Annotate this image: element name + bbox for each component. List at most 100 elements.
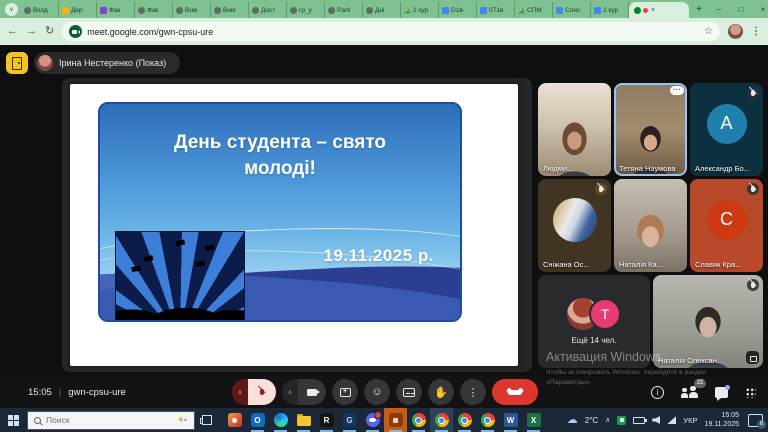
task-view-button[interactable] — [195, 408, 219, 432]
taskbar-app-discord[interactable] — [361, 408, 384, 432]
weather-cloud-icon[interactable]: ☁ — [567, 415, 578, 426]
maximize-button[interactable]: □ — [730, 0, 752, 18]
emoji-icon: ☺ — [371, 386, 382, 398]
taskbar-clock[interactable]: 15:05 19.11.2025 — [704, 411, 739, 429]
reactions-button[interactable]: ☺ — [364, 379, 390, 405]
end-call-button[interactable] — [492, 379, 538, 405]
slide-date: 19.11.2025 р. — [324, 246, 434, 266]
camera-options-chevron-icon[interactable]: ∧ — [282, 379, 298, 405]
taskbar-app-outlook[interactable]: O — [246, 408, 269, 432]
taskbar-app-explorer[interactable] — [292, 408, 315, 432]
participant-tile[interactable]: А Александр Бо... — [690, 83, 763, 176]
profile-avatar[interactable] — [728, 24, 743, 39]
taskbar-app-chrome-4[interactable] — [476, 408, 499, 432]
mic-off-icon — [595, 183, 607, 195]
captions-button[interactable] — [396, 379, 422, 405]
browser-tab[interactable]: D1в- — [439, 2, 477, 18]
close-tab-icon[interactable]: × — [651, 7, 655, 14]
picture-in-picture-icon[interactable] — [746, 351, 759, 364]
chrome-icon — [412, 413, 426, 427]
camera-permission-icon[interactable] — [69, 25, 82, 38]
browser-tab[interactable]: СПМ — [515, 2, 553, 18]
browser-tab[interactable]: 2 кур — [591, 2, 629, 18]
network-icon[interactable] — [667, 416, 676, 424]
mic-muted-icon[interactable] — [248, 379, 276, 405]
taskbar-app-word[interactable]: W — [499, 408, 522, 432]
browser-tab[interactable]: Вход — [21, 2, 59, 18]
discord-icon — [366, 413, 380, 427]
taskbar-search-input[interactable]: Поиск ✦ ✦ — [27, 411, 195, 430]
participant-name: Сніжана Ос... — [543, 260, 590, 269]
taskbar-app-chrome-2[interactable] — [430, 408, 453, 432]
browser-tab[interactable]: гр_у — [287, 2, 325, 18]
edge-icon — [274, 413, 288, 427]
battery-icon[interactable] — [633, 417, 645, 424]
start-button[interactable] — [0, 408, 27, 432]
browser-tab[interactable]: 071в — [477, 2, 515, 18]
browser-tab[interactable]: Спис — [553, 2, 591, 18]
mic-button[interactable]: ∧ — [232, 379, 276, 405]
presenter-pill[interactable]: Ірина Нестеренко (Показ) — [34, 52, 180, 74]
browser-tab[interactable]: Дні — [363, 2, 401, 18]
tray-expand-chevron[interactable]: ∧ — [605, 416, 610, 424]
camera-on-icon[interactable] — [298, 379, 326, 405]
new-tab-button[interactable]: + — [692, 2, 706, 16]
weather-temp[interactable]: 2°C — [585, 416, 598, 425]
more-dots-icon: ⋮ — [468, 386, 479, 399]
forward-button[interactable]: → — [26, 26, 37, 37]
tab-label: 2 кур — [603, 7, 618, 14]
taskbar-app-g[interactable]: G — [338, 408, 361, 432]
notification-center-icon[interactable]: 6 — [748, 414, 763, 427]
app-favicon — [100, 7, 107, 14]
taskbar-app-excel[interactable]: X — [522, 408, 545, 432]
chat-button[interactable] — [715, 387, 728, 398]
participant-tile[interactable]: Людми... — [538, 83, 611, 176]
globe-favicon — [328, 7, 335, 14]
bookmark-star-icon[interactable]: ☆ — [704, 26, 713, 37]
more-options-button[interactable]: ⋮ — [460, 379, 486, 405]
browser-tab[interactable]: Вим — [173, 2, 211, 18]
language-indicator[interactable]: УКР — [683, 416, 697, 425]
participant-tile[interactable]: С Славик Кра... — [690, 179, 763, 272]
participant-tile[interactable]: ··· Тетяна Наумова — [614, 83, 687, 176]
participant-tile[interactable]: Наталія Ка... — [614, 179, 687, 272]
browser-tab[interactable]: Дост — [249, 2, 287, 18]
door-icon — [12, 57, 22, 70]
tab-search-button[interactable]: ∨ — [5, 3, 18, 16]
browser-toolbar: ← → ↻ meet.google.com/gwn-cpsu-ure ☆ ⋮ — [0, 18, 768, 45]
close-window-button[interactable]: × — [752, 0, 768, 18]
participant-tile[interactable]: Сніжана Ос... — [538, 179, 611, 272]
activities-grid-icon[interactable] — [745, 387, 756, 398]
presentation-mode-badge[interactable] — [6, 52, 28, 74]
windows-activation-watermark-body: Чтобы активировать Windows, перейдите в … — [546, 368, 714, 388]
address-bar[interactable]: meet.google.com/gwn-cpsu-ure ☆ — [62, 22, 720, 41]
taskbar-app-attention[interactable] — [384, 408, 407, 432]
browser-tab[interactable]: Parti — [325, 2, 363, 18]
back-button[interactable]: ← — [7, 26, 18, 37]
browser-tab[interactable]: Вим — [211, 2, 249, 18]
taskbar-app-chrome-3[interactable] — [453, 408, 476, 432]
reload-button[interactable]: ↻ — [45, 26, 54, 37]
minimize-button[interactable]: – — [708, 0, 730, 18]
taskbar-app-r[interactable]: R — [315, 408, 338, 432]
screen-share-indicator-icon[interactable] — [617, 416, 626, 425]
mic-off-glyph — [751, 282, 755, 288]
raise-hand-button[interactable]: ✋ — [428, 379, 454, 405]
participant-tile[interactable]: Наталія Олексан... — [653, 275, 763, 368]
browser-tab[interactable]: Дер — [59, 2, 97, 18]
url-text: meet.google.com/gwn-cpsu-ure — [87, 27, 213, 37]
camera-button[interactable]: ∧ — [282, 379, 326, 405]
browser-menu-icon[interactable]: ⋮ — [751, 26, 761, 37]
mic-options-chevron-icon[interactable]: ∧ — [232, 379, 248, 405]
active-meet-tab[interactable]: × — [629, 2, 689, 18]
taskbar-app-edge[interactable] — [269, 408, 292, 432]
present-screen-icon: + — [340, 388, 351, 397]
tile-menu-icon[interactable]: ··· — [670, 86, 684, 95]
taskbar-app-store[interactable] — [223, 408, 246, 432]
browser-tab[interactable]: 2 кур — [401, 2, 439, 18]
present-button[interactable]: + — [332, 379, 358, 405]
browser-tab[interactable]: Фак — [135, 2, 173, 18]
speaker-icon[interactable] — [652, 416, 660, 424]
taskbar-app-chrome-1[interactable] — [407, 408, 430, 432]
browser-tab[interactable]: Фак — [97, 2, 135, 18]
